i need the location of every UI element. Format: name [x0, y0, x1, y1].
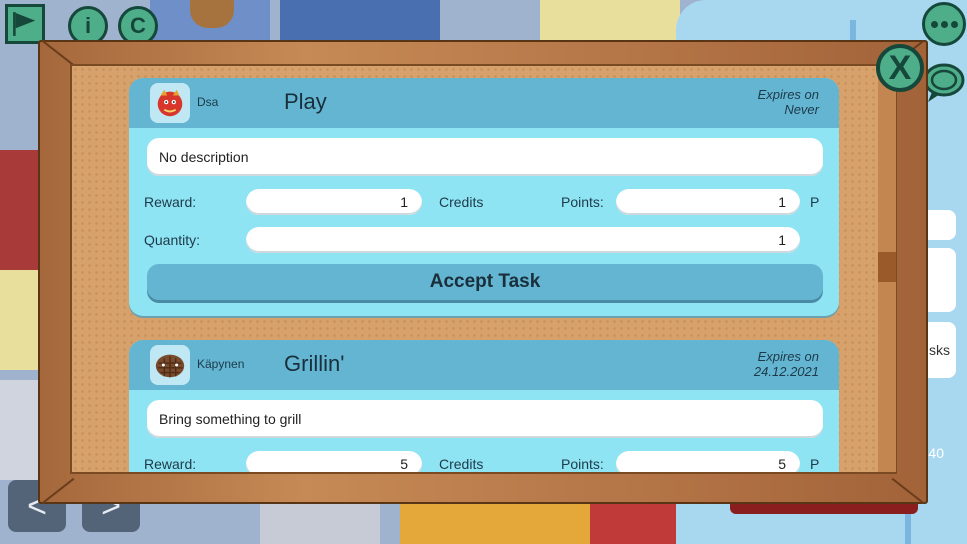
frame-corner: [41, 477, 75, 505]
points-unit: P: [810, 456, 820, 472]
chat-bubble-icon: [923, 63, 965, 102]
task-description: Bring something to grill: [147, 400, 823, 438]
expires-value: Never: [784, 102, 819, 117]
reward-label: Reward:: [144, 456, 197, 472]
task-expiry: Expires on 24.12.2021: [754, 349, 819, 379]
side-tab-tasks-label: sks: [929, 342, 950, 358]
task-title: Play: [284, 89, 327, 114]
task-expiry: Expires on Never: [758, 87, 819, 117]
more-dot: [950, 20, 958, 28]
pinecone-creature-icon: [155, 354, 185, 378]
accept-task-button[interactable]: Accept Task: [147, 264, 823, 300]
reward-field: 5: [246, 451, 422, 472]
scrollbar-thumb[interactable]: [878, 252, 896, 282]
points-field: 5: [616, 451, 800, 472]
red-dragon-icon: [157, 89, 183, 117]
chat-button[interactable]: [922, 60, 966, 104]
frame-corner: [891, 477, 925, 505]
task-card-header: Dsa Play Expires on Never: [129, 78, 839, 128]
reward-unit: Credits: [439, 194, 484, 210]
points-field: 1: [616, 189, 800, 215]
task-card-header: Käpynen Grillin' Expires on 24.12.2021: [129, 340, 839, 390]
points-label: Points:: [561, 456, 604, 472]
frame-corner: [41, 39, 75, 67]
reward-unit: Credits: [439, 456, 484, 472]
reward-label: Reward:: [144, 194, 197, 210]
flag-button[interactable]: [5, 4, 45, 44]
creator-name: Dsa: [197, 95, 219, 109]
task-card: Käpynen Grillin' Expires on 24.12.2021 B…: [129, 340, 839, 472]
task-title: Grillin': [284, 351, 345, 376]
creator-name: Käpynen: [197, 357, 245, 371]
expires-label: Expires on: [757, 349, 819, 364]
task-description: No description: [147, 138, 823, 176]
side-count-label: 40: [928, 445, 944, 461]
more-dots-icon: [930, 20, 938, 28]
expires-label: Expires on: [757, 87, 819, 102]
creator-avatar: [150, 345, 190, 385]
points-unit: P: [810, 194, 820, 210]
quantity-field[interactable]: 1: [246, 227, 800, 253]
task-card: Dsa Play Expires on Never No description…: [129, 78, 839, 316]
flag-icon: [13, 12, 36, 36]
more-menu-button[interactable]: [922, 2, 966, 46]
task-list[interactable]: Dsa Play Expires on Never No description…: [70, 64, 897, 474]
close-board-button[interactable]: X: [876, 44, 924, 92]
close-icon: X: [888, 48, 912, 87]
quantity-label: Quantity:: [144, 232, 201, 248]
credits-icon: C: [130, 13, 146, 38]
reward-field: 1: [246, 189, 422, 215]
creator-avatar: [150, 83, 190, 123]
info-icon: i: [84, 13, 92, 38]
more-dot: [940, 20, 948, 28]
points-label: Points:: [561, 194, 604, 210]
expires-value: 24.12.2021: [753, 364, 819, 379]
